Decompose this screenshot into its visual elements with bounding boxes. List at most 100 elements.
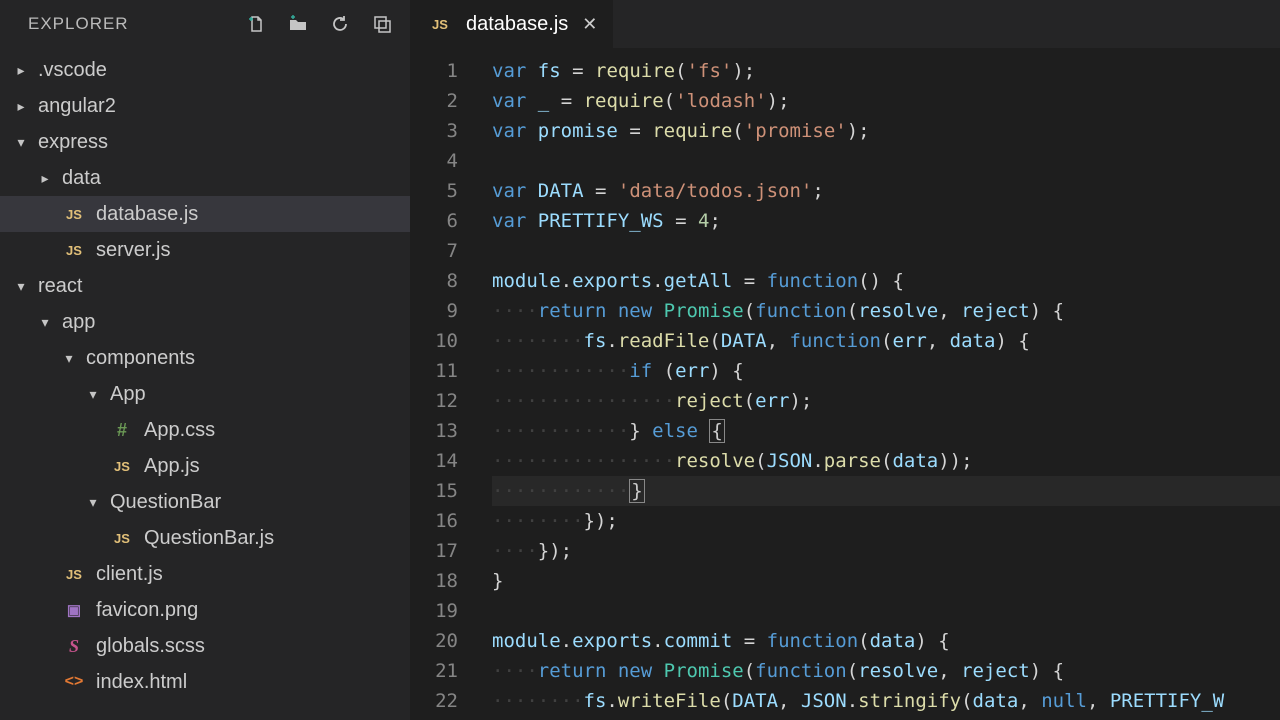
tree-item-label: index.html [96, 671, 187, 694]
close-icon[interactable]: ✕ [582, 14, 597, 35]
line-number: 4 [410, 146, 458, 176]
tree-file[interactable]: JSserver.js [0, 232, 410, 268]
code-content[interactable]: var fs = require('fs');var _ = require('… [482, 48, 1280, 720]
chevron-down-icon: ▾ [38, 314, 52, 331]
file-tree[interactable]: ▸.vscode▸angular2 ▾ express ▸ data JS database… [0, 48, 410, 720]
code-line[interactable] [492, 596, 1280, 626]
code-line[interactable]: ········fs.writeFile(DATA, JSON.stringif… [492, 686, 1280, 716]
tree-file[interactable]: ▣ favicon.png [0, 592, 410, 628]
explorer-title: EXPLORER [28, 14, 129, 34]
code-line[interactable]: var PRETTIFY_WS = 4; [492, 206, 1280, 236]
js-file-icon: JS [428, 17, 452, 32]
tree-item-label: express [38, 131, 108, 154]
code-line[interactable]: ········}); [492, 506, 1280, 536]
chevron-down-icon: ▾ [86, 494, 100, 511]
code-line[interactable]: var _ = require('lodash'); [492, 86, 1280, 116]
code-line[interactable]: } [492, 566, 1280, 596]
chevron-down-icon: ▾ [14, 278, 28, 295]
tree-folder[interactable]: ▸.vscode [0, 52, 410, 88]
tree-file[interactable]: <> index.html [0, 664, 410, 700]
tree-item-label: favicon.png [96, 599, 198, 622]
tree-item-label: react [38, 275, 82, 298]
code-line[interactable]: module.exports.commit = function(data) { [492, 626, 1280, 656]
code-line[interactable]: ················resolve(JSON.parse(data)… [492, 446, 1280, 476]
html-file-icon: <> [62, 673, 86, 691]
line-number: 15 [410, 476, 458, 506]
code-area[interactable]: 12345678910111213141516171819202122 var … [410, 48, 1280, 720]
tab-bar[interactable]: JS database.js ✕ [410, 0, 1280, 48]
js-file-icon: JS [110, 459, 134, 474]
line-number: 10 [410, 326, 458, 356]
line-number: 9 [410, 296, 458, 326]
explorer-actions [246, 14, 392, 34]
chevron-down-icon: ▾ [14, 134, 28, 151]
new-file-icon[interactable] [246, 14, 266, 34]
tree-file[interactable]: Sglobals.scss [0, 628, 410, 664]
tree-item-label: angular2 [38, 95, 116, 118]
code-line[interactable]: ············if (err) { [492, 356, 1280, 386]
tree-folder[interactable]: ▾ QuestionBar [0, 484, 410, 520]
line-number: 3 [410, 116, 458, 146]
code-line[interactable]: var promise = require('promise'); [492, 116, 1280, 146]
code-line[interactable]: ············} else { [492, 416, 1280, 446]
tree-item-label: App [110, 383, 146, 406]
editor-tab[interactable]: JS database.js ✕ [410, 0, 614, 48]
explorer-header: EXPLORER [0, 0, 410, 48]
line-number: 2 [410, 86, 458, 116]
tree-item-label: App.css [144, 419, 215, 442]
tree-item-label: client.js [96, 563, 163, 586]
chevron-right-icon: ▸ [38, 170, 52, 187]
line-number: 22 [410, 686, 458, 716]
tree-item-label: database.js [96, 203, 198, 226]
code-line[interactable]: ····return new Promise(function(resolve,… [492, 656, 1280, 686]
code-line[interactable]: var DATA = 'data/todos.json'; [492, 176, 1280, 206]
tree-folder[interactable]: ▾ express [0, 124, 410, 160]
tree-item-label: globals.scss [96, 635, 205, 658]
new-folder-icon[interactable] [288, 14, 308, 34]
tree-item-label: QuestionBar [110, 491, 221, 514]
tree-file[interactable]: # App.css [0, 412, 410, 448]
js-file-icon: JS [62, 567, 86, 582]
line-number: 12 [410, 386, 458, 416]
tree-item-label: App.js [144, 455, 200, 478]
code-line[interactable]: var fs = require('fs'); [492, 56, 1280, 86]
line-number: 20 [410, 626, 458, 656]
line-number: 21 [410, 656, 458, 686]
line-number: 6 [410, 206, 458, 236]
line-gutter: 12345678910111213141516171819202122 [410, 48, 482, 720]
tree-folder[interactable]: ▸angular2 [0, 88, 410, 124]
code-line[interactable] [492, 236, 1280, 266]
code-line[interactable]: module.exports.getAll = function() { [492, 266, 1280, 296]
code-line[interactable]: ····return new Promise(function(resolve,… [492, 296, 1280, 326]
refresh-icon[interactable] [330, 14, 350, 34]
tree-file[interactable]: JS client.js [0, 556, 410, 592]
tree-file[interactable]: JS App.js [0, 448, 410, 484]
code-line[interactable]: ················reject(err); [492, 386, 1280, 416]
code-line[interactable] [492, 146, 1280, 176]
line-number: 13 [410, 416, 458, 446]
tree-folder[interactable]: ▾app [0, 304, 410, 340]
js-file-icon: JS [62, 243, 86, 258]
code-line[interactable]: ········fs.readFile(DATA, function(err, … [492, 326, 1280, 356]
tree-folder[interactable]: ▸ data [0, 160, 410, 196]
line-number: 8 [410, 266, 458, 296]
collapse-all-icon[interactable] [372, 14, 392, 34]
tree-folder[interactable]: ▾ react [0, 268, 410, 304]
js-file-icon: JS [110, 531, 134, 546]
img-file-icon: ▣ [62, 601, 86, 619]
hash-file-icon: # [110, 420, 134, 441]
editor: JSdatabase.js✕ 1234567891011121314151617… [410, 0, 1280, 720]
tree-folder[interactable]: ▾components [0, 340, 410, 376]
code-line[interactable]: ····}); [492, 536, 1280, 566]
line-number: 14 [410, 446, 458, 476]
js-file-icon: JS [62, 207, 86, 222]
line-number: 11 [410, 356, 458, 386]
sidebar: EXPLORER ▸.vscode▸angular2 ▾ express ▸ data J… [0, 0, 410, 720]
tree-folder[interactable]: ▾App [0, 376, 410, 412]
tab-label: database.js [466, 13, 568, 36]
tree-item-label: data [62, 167, 101, 190]
tree-file[interactable]: JS database.js [0, 196, 410, 232]
line-number: 7 [410, 236, 458, 266]
tree-file[interactable]: JSQuestionBar.js [0, 520, 410, 556]
code-line[interactable]: ············} [492, 476, 1280, 506]
